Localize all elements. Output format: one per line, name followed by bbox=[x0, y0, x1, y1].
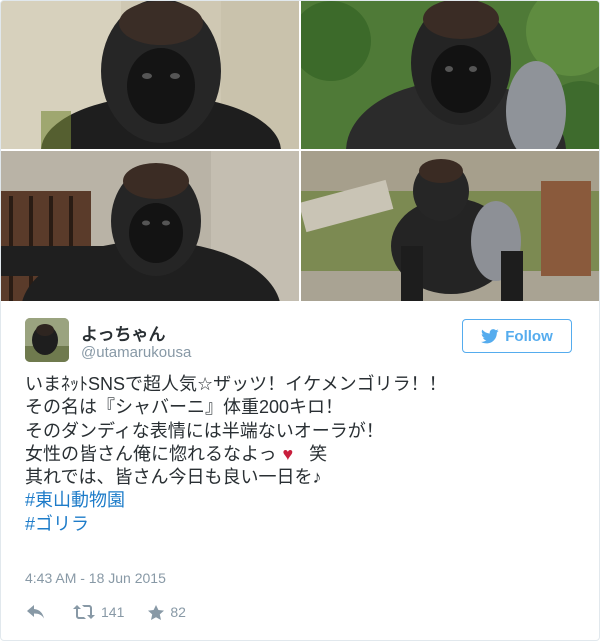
favorite-count: 82 bbox=[170, 604, 186, 620]
favorite-button[interactable]: 82 bbox=[148, 604, 186, 620]
heart-icon: ♥ bbox=[282, 443, 294, 464]
tweet-line-text: 女性の皆さん俺に惚れるなよっ bbox=[25, 443, 277, 464]
gorilla-photo-3[interactable] bbox=[1, 151, 299, 301]
reply-button[interactable] bbox=[27, 605, 45, 619]
tweet-text: いまﾈｯﾄSNSで超人気☆ザッツ！イケメンゴリラ！！ その名は『シャバーニ』体重… bbox=[25, 373, 585, 536]
user-handle[interactable]: @utamarukousa bbox=[81, 344, 191, 361]
follow-button[interactable]: Follow bbox=[462, 319, 572, 353]
action-bar: 141 82 bbox=[27, 601, 186, 623]
reply-icon bbox=[27, 605, 45, 619]
tweet-line: いまﾈｯﾄSNSで超人気☆ザッツ！イケメンゴリラ！！ bbox=[25, 374, 447, 394]
photo-grid bbox=[1, 1, 599, 301]
display-name[interactable]: よっちゃん bbox=[81, 320, 166, 345]
tweet-line: 其れでは、皆さん今日も良い一日を♪ bbox=[25, 467, 322, 488]
tweet-line-text: 笑 bbox=[309, 443, 328, 464]
star-icon bbox=[148, 604, 165, 620]
gorilla-photo-1[interactable] bbox=[1, 1, 299, 149]
hashtag-link[interactable]: #ゴリラ bbox=[25, 513, 585, 536]
gorilla-photo-4[interactable] bbox=[301, 151, 599, 301]
retweet-button[interactable]: 141 bbox=[73, 604, 124, 620]
follow-label: Follow bbox=[505, 327, 553, 345]
gorilla-photo-2[interactable] bbox=[301, 1, 599, 149]
hashtag-link[interactable]: #東山動物園 bbox=[25, 489, 585, 512]
twitter-bird-icon bbox=[481, 328, 499, 344]
avatar[interactable] bbox=[25, 318, 69, 362]
timestamp[interactable]: 4:43 AM - 18 Jun 2015 bbox=[25, 570, 166, 586]
retweet-icon bbox=[73, 605, 95, 619]
tweet-line: 女性の皆さん俺に惚れるなよっ ♥ 笑 bbox=[25, 443, 585, 466]
retweet-count: 141 bbox=[101, 604, 125, 620]
tweet-card: よっちゃん @utamarukousa Follow いまﾈｯﾄSNSで超人気☆… bbox=[0, 0, 600, 641]
tweet-line: その名は『シャバーニ』体重200キロ！ bbox=[25, 397, 344, 418]
tweet-line: そのダンディな表情には半端ないオーラが！ bbox=[25, 420, 384, 441]
